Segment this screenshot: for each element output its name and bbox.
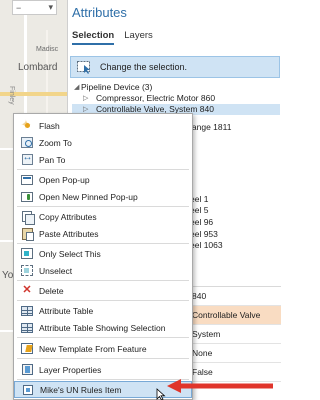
- menu-separator: [17, 206, 189, 207]
- menu-item-attribute-table-selection[interactable]: Attribute Table Showing Selection: [14, 319, 192, 336]
- tab-selection[interactable]: Selection: [72, 30, 115, 45]
- menu-item-layer-properties[interactable]: Layer Properties: [14, 361, 192, 378]
- tree-node-fragment[interactable]: lange 1811: [190, 122, 231, 132]
- attribute-value[interactable]: None: [190, 344, 281, 363]
- attribute-value[interactable]: Controllable Valve: [190, 306, 281, 325]
- menu-item-label: Layer Properties: [39, 364, 102, 375]
- attribute-value[interactable]: 840: [190, 287, 281, 306]
- tree-node-label: Compressor, Electric Motor 860: [96, 93, 216, 103]
- pan-to-icon: [20, 152, 34, 166]
- menu-item-open-popup[interactable]: Open Pop-up: [14, 171, 192, 188]
- tree-node-fragment[interactable]: eel 953: [190, 229, 218, 239]
- menu-item-label: Unselect: [39, 265, 73, 276]
- menu-item-label: New Template From Feature: [39, 343, 147, 354]
- menu-item-attribute-table[interactable]: Attribute Table: [14, 302, 192, 319]
- menu-item-label: Delete: [39, 285, 64, 296]
- annotation-arrow-icon: [167, 379, 273, 393]
- menu-separator: [17, 300, 189, 301]
- menu-item-label: Copy Attributes: [39, 211, 97, 222]
- menu-item-label: Only Select This: [39, 248, 101, 259]
- menu-item-paste-attributes[interactable]: Paste Attributes: [14, 225, 192, 242]
- copy-icon: [20, 210, 35, 225]
- select-only-icon: [20, 248, 34, 260]
- menu-item-only-select-this[interactable]: Only Select This: [14, 245, 192, 262]
- collapse-arrow-icon[interactable]: ▷: [83, 93, 88, 104]
- menu-separator: [17, 379, 189, 380]
- selection-tree: ◢ Pipeline Device (3) ▷ Compressor, Elec…: [72, 82, 280, 115]
- map-label-street: Finley: [8, 86, 15, 105]
- menu-item-label: Pan To: [39, 154, 66, 165]
- tree-node-label: Pipeline Device (3): [81, 82, 153, 92]
- tree-node-compressor[interactable]: ▷ Compressor, Electric Motor 860: [72, 93, 280, 104]
- select-cursor-icon: [77, 60, 90, 74]
- table-icon: [20, 305, 34, 317]
- delete-icon: ✕: [22, 284, 32, 296]
- menu-item-delete[interactable]: ✕ Delete: [14, 282, 192, 299]
- flash-icon: [20, 117, 34, 133]
- properties-icon: [20, 364, 34, 376]
- tree-node-pipeline-device[interactable]: ◢ Pipeline Device (3): [72, 82, 280, 93]
- popup-icon: [20, 174, 34, 186]
- expand-arrow-icon[interactable]: ◢: [74, 82, 79, 93]
- map-label-lombard: Lombard: [18, 62, 58, 73]
- menu-separator: [17, 280, 189, 281]
- tab-layers[interactable]: Layers: [124, 30, 153, 45]
- menu-item-label: Paste Attributes: [39, 228, 99, 239]
- unselect-icon: [20, 265, 34, 277]
- tree-node-fragment[interactable]: eel 96: [190, 217, 213, 227]
- pane-tabs: Selection Layers: [72, 30, 153, 45]
- menu-item-label: Zoom To: [39, 137, 72, 148]
- menu-item-label: Open New Pinned Pop-up: [39, 191, 138, 202]
- custom-item-icon: [21, 384, 35, 396]
- menu-item-zoom-to[interactable]: Zoom To: [14, 134, 192, 151]
- attribute-value[interactable]: System: [190, 325, 281, 344]
- map-label-madison: Madisc: [36, 46, 59, 53]
- paste-icon: [20, 227, 34, 241]
- change-selection-text: Change the selection.: [100, 62, 188, 72]
- menu-separator: [17, 358, 189, 359]
- tree-node-fragment[interactable]: eel 1063: [190, 240, 223, 250]
- menu-item-copy-attributes[interactable]: Copy Attributes: [14, 208, 192, 225]
- attribute-values-grid: 840 Controllable Valve System None False: [190, 286, 281, 382]
- context-menu: Flash Zoom To Pan To Open Pop-up Open Ne…: [13, 113, 193, 400]
- menu-item-label: Mike's UN Rules Item: [40, 384, 122, 395]
- menu-item-unselect[interactable]: Unselect: [14, 262, 192, 279]
- menu-item-label: Flash: [39, 120, 60, 131]
- menu-item-new-template[interactable]: New Template From Feature: [14, 340, 192, 357]
- mouse-cursor-icon: [156, 388, 166, 400]
- pane-title: Attributes: [72, 5, 127, 20]
- menu-item-label: Attribute Table Showing Selection: [39, 322, 166, 333]
- menu-item-pan-to[interactable]: Pan To: [14, 151, 192, 168]
- menu-item-label: Open Pop-up: [39, 174, 90, 185]
- menu-separator: [17, 169, 189, 170]
- table-selection-icon: [20, 322, 34, 334]
- menu-separator: [17, 243, 189, 244]
- zoom-to-icon: [20, 137, 34, 149]
- change-selection-bar[interactable]: Change the selection.: [70, 56, 280, 78]
- pinned-popup-icon: [20, 191, 34, 203]
- map-zoom-control[interactable]: − ▾: [12, 0, 57, 15]
- menu-separator: [17, 337, 189, 338]
- zoom-out-icon[interactable]: −: [16, 3, 21, 13]
- menu-item-open-pinned-popup[interactable]: Open New Pinned Pop-up: [14, 188, 192, 205]
- menu-item-flash[interactable]: Flash: [14, 117, 192, 134]
- template-icon: [20, 343, 34, 355]
- chevron-down-icon[interactable]: ▾: [48, 2, 53, 13]
- menu-item-label: Attribute Table: [39, 305, 94, 316]
